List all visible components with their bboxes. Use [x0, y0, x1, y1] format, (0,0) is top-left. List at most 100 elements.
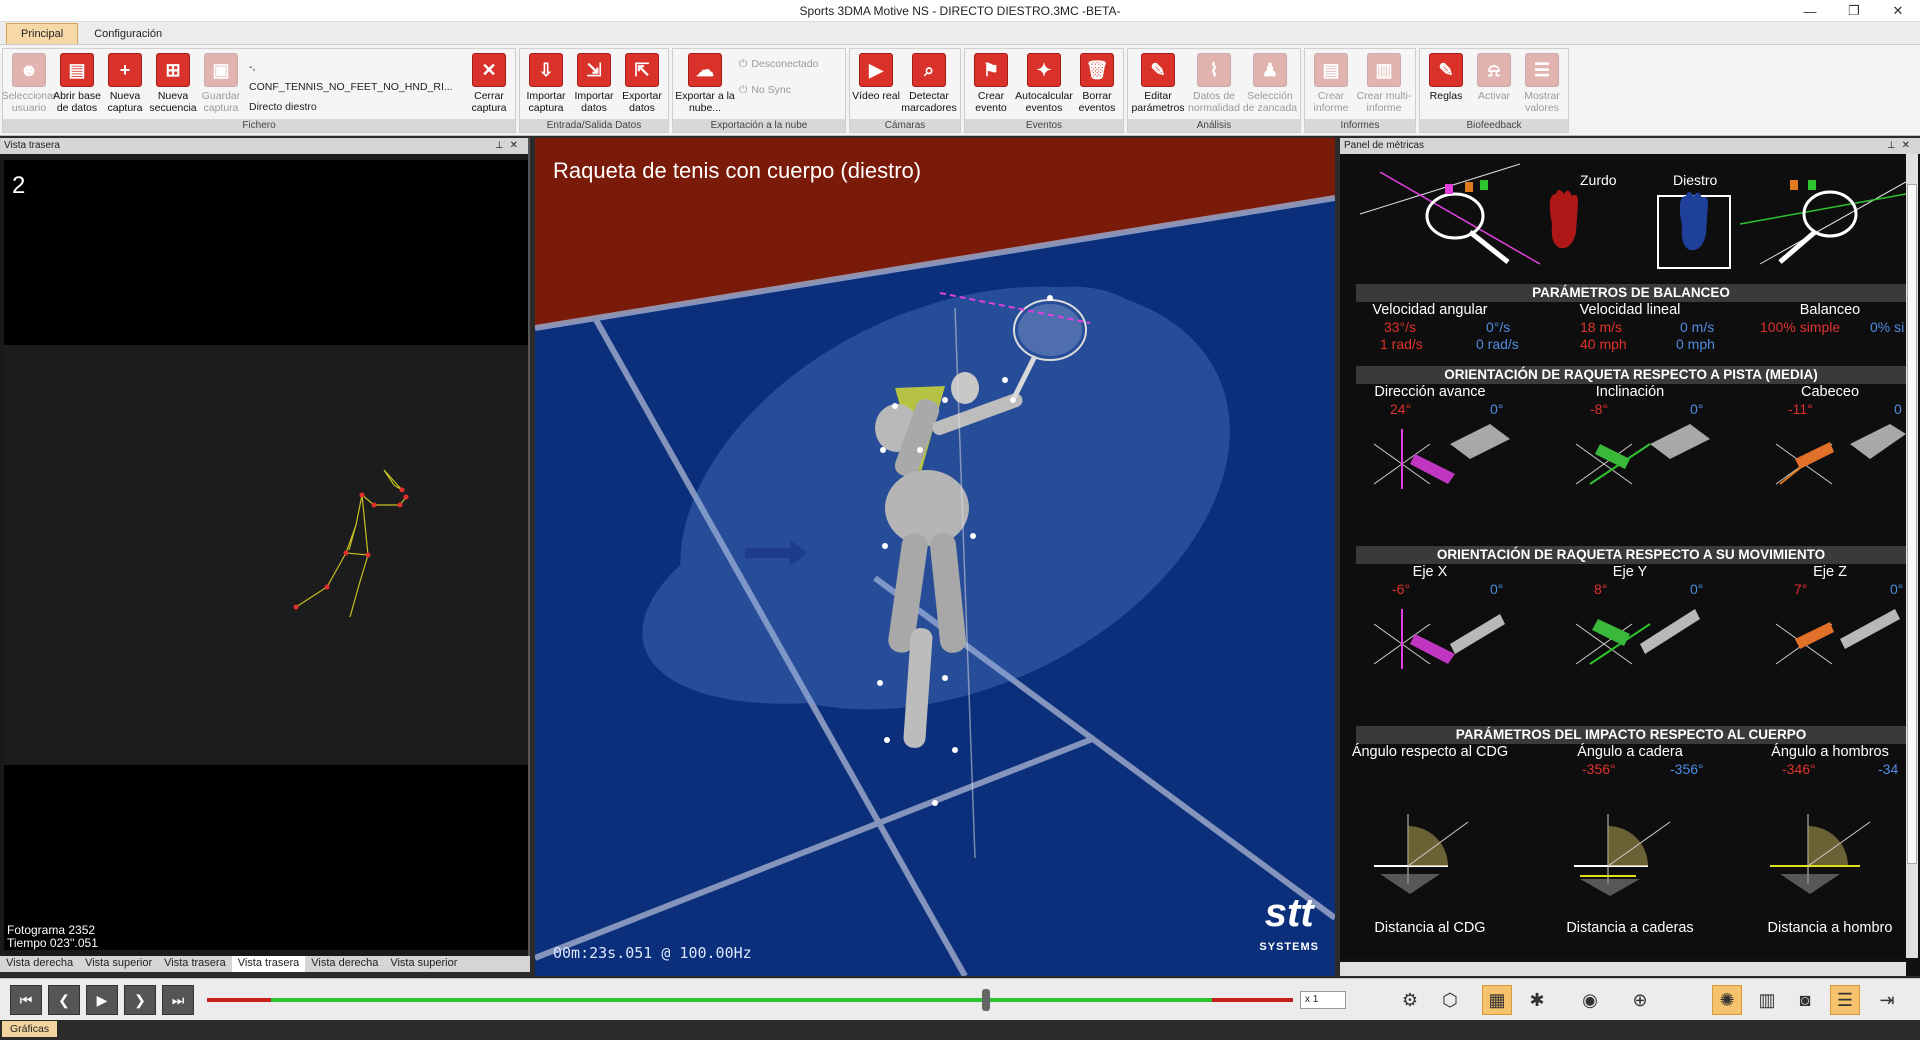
tab-vista-trasera-active[interactable]: Vista trasera	[231, 956, 306, 972]
tab-vista-derecha-2[interactable]: Vista derecha	[305, 956, 384, 972]
label-angulo-hombros: Ángulo a hombros	[1771, 744, 1889, 760]
skip-start-button[interactable]: ⏮	[10, 985, 42, 1015]
delete-events-button[interactable]: 🗑 Borrar eventos	[1073, 51, 1121, 118]
export-data-button[interactable]: ⇱ Exportar datos	[618, 51, 666, 118]
close-panel-icon[interactable]: ✕	[510, 140, 524, 151]
bar-chart-icon[interactable]: ▥	[1752, 985, 1782, 1015]
show-values-button[interactable]: ☰ Mostrar valores	[1518, 51, 1566, 118]
group-eventos: ⚑ Crear evento ✦ Autocalcular eventos 🗑 Bor…	[964, 48, 1124, 133]
stride-selection-button[interactable]: ♟ Selección de zancada	[1242, 51, 1298, 118]
angulo-hombros-value: -346°	[1782, 761, 1816, 777]
graphs-tab[interactable]: Gráficas	[2, 1021, 58, 1037]
create-multireport-button[interactable]: ▥ Crear multi-informe	[1355, 51, 1413, 118]
group-label-biofeedback: Biofeedback	[1420, 119, 1568, 132]
real-video-button[interactable]: ▶ Vídeo real	[852, 51, 900, 118]
zurdo-label[interactable]: Zurdo	[1580, 172, 1617, 188]
tab-vista-superior-2[interactable]: Vista superior	[384, 956, 463, 972]
capture-info: -, CONF_TENNIS_NO_FEET_NO_HND_RI... Dire…	[245, 51, 465, 118]
panel-title: Vista trasera	[4, 140, 60, 151]
racket-right-icon	[1739, 180, 1906, 265]
create-report-button[interactable]: ▤ Crear informe	[1307, 51, 1355, 118]
scroll-thumb[interactable]	[1907, 184, 1917, 864]
crosshair-icon[interactable]: ⊕	[1625, 985, 1655, 1015]
tab-vista-superior[interactable]: Vista superior	[79, 956, 158, 972]
eye-icon[interactable]: ◉	[1575, 985, 1605, 1015]
save-capture-button[interactable]: ▣ Guardar captura	[197, 51, 245, 118]
close-panel-icon[interactable]: ✕	[1902, 140, 1916, 151]
eje-y-value: 8°	[1594, 581, 1608, 597]
pin-icon: ⚑	[974, 53, 1008, 87]
speed-select[interactable]: x 1	[1300, 991, 1346, 1009]
tab-vista-trasera[interactable]: Vista trasera	[158, 956, 232, 972]
list-view-icon[interactable]: ☰	[1830, 985, 1860, 1015]
metrics-vertical-scrollbar[interactable]	[1906, 154, 1918, 958]
cube-icon[interactable]: ⬡	[1435, 985, 1465, 1015]
exit-icon[interactable]: ⇥	[1872, 985, 1902, 1015]
status-bar: Gráficas	[0, 1020, 1920, 1040]
aperture-icon[interactable]: ✺	[1712, 985, 1742, 1015]
maximize-icon[interactable]: ❐	[1832, 0, 1876, 22]
metrics-horizontal-scrollbar[interactable]	[1340, 962, 1906, 976]
play-button[interactable]: ▶	[86, 985, 118, 1015]
viewport-title: Raqueta de tenis con cuerpo (diestro)	[553, 158, 922, 183]
markers-icon[interactable]: ⚙	[1395, 985, 1425, 1015]
view-viewport	[4, 345, 528, 765]
balanceo-ref: 0% si	[1870, 319, 1905, 335]
select-user-button[interactable]: ☻ Seleccionar usuario	[2, 51, 56, 118]
close-capture-button[interactable]: ✕ Cerrar captura	[465, 51, 513, 118]
tab-vista-derecha[interactable]: Vista derecha	[0, 956, 79, 972]
config-name: -, CONF_TENNIS_NO_FEET_NO_HND_RI...	[249, 61, 453, 93]
metrics-header: Panel de métricas ⊥✕	[1340, 138, 1920, 154]
create-event-button[interactable]: ⚑ Crear evento	[967, 51, 1015, 118]
diestro-label[interactable]: Diestro	[1673, 172, 1717, 188]
inclinacion-value: -8°	[1590, 401, 1609, 417]
pin-icon[interactable]: ⊥	[495, 140, 510, 151]
skeleton-icon[interactable]: ✱	[1522, 985, 1552, 1015]
import-data-icon: ⇲	[577, 53, 611, 87]
timeline-track[interactable]	[207, 998, 1293, 1002]
next-frame-button[interactable]: ❯	[124, 985, 156, 1015]
label-eje-y: Eje Y	[1612, 564, 1648, 580]
rules-button[interactable]: ✎ Reglas	[1422, 51, 1470, 118]
title-bar: Sports 3DMA Motive NS - DIRECTO DIESTRO.…	[0, 0, 1920, 22]
edit-icon: ✎	[1141, 53, 1175, 87]
detect-markers-button[interactable]: ⌕ Detectar marcadores	[900, 51, 958, 118]
timeline-slider[interactable]	[982, 989, 990, 1011]
cloud-status: ⏻ Desconectado ⏻ No Sync	[735, 51, 822, 118]
edit-params-button[interactable]: ✎ Editar parámetros	[1130, 51, 1186, 118]
pin-icon[interactable]: ⊥	[1887, 140, 1902, 151]
skip-end-button[interactable]: ⏭	[162, 985, 194, 1015]
group-fichero: ☻ Seleccionar usuario ▤ Abrir base de dato…	[2, 48, 516, 133]
group-analisis: ✎ Editar parámetros ⌇ Datos de normalidad …	[1127, 48, 1301, 133]
section-balanceo: PARÁMETROS DE BALANCEO	[1356, 284, 1906, 302]
impact-diagrams	[1374, 814, 1871, 896]
label-angulo-cdg: Ángulo respecto al CDG	[1351, 744, 1509, 760]
label-inclinacion: Inclinación	[1595, 384, 1665, 400]
activate-button[interactable]: ⍾ Activar	[1470, 51, 1518, 118]
group-informes: ▤ Crear informe ▥ Crear multi-informe Info…	[1304, 48, 1416, 133]
new-capture-button[interactable]: + Nueva captura	[101, 51, 149, 118]
grid-icon[interactable]: ▦	[1482, 985, 1512, 1015]
import-data-button[interactable]: ⇲ Importar datos	[570, 51, 618, 118]
close-icon[interactable]: ✕	[1876, 0, 1920, 22]
autocalc-events-button[interactable]: ✦ Autocalcular eventos	[1015, 51, 1073, 118]
import-capture-button[interactable]: ⇩ Importar captura	[522, 51, 570, 118]
prev-frame-button[interactable]: ❮	[48, 985, 80, 1015]
label-distancia-cdg: Distancia al CDG	[1374, 920, 1486, 936]
rear-view-canvas[interactable]: 2 Fotograma 2352 Tiempo 023''.051	[4, 160, 528, 950]
normality-data-button[interactable]: ⌇ Datos de normalidad	[1186, 51, 1242, 118]
tab-configuracion[interactable]: Configuración	[80, 24, 176, 44]
camera-icon[interactable]: ◙	[1790, 985, 1820, 1015]
open-database-button[interactable]: ▤ Abrir base de datos	[53, 51, 101, 118]
view-tabs: Vista derecha Vista superior Vista trase…	[0, 956, 530, 972]
new-sequence-button[interactable]: ⊞ Nueva secuencia	[149, 51, 197, 118]
tab-principal[interactable]: Principal	[6, 23, 79, 44]
group-entrada-salida: ⇩ Importar captura ⇲ Importar datos ⇱ Expor…	[519, 48, 669, 133]
power-icon: ⏻	[739, 58, 748, 70]
stt-logo: stt SYSTEMS	[1259, 891, 1319, 953]
minimize-icon[interactable]: —	[1788, 0, 1832, 22]
group-label-analisis: Análisis	[1128, 119, 1300, 132]
export-cloud-button[interactable]: ☁ Exportar a la nube...	[675, 51, 735, 118]
3d-viewport[interactable]: Raqueta de tenis con cuerpo (diestro) 00…	[535, 138, 1335, 976]
frame-number: 2	[12, 172, 26, 199]
